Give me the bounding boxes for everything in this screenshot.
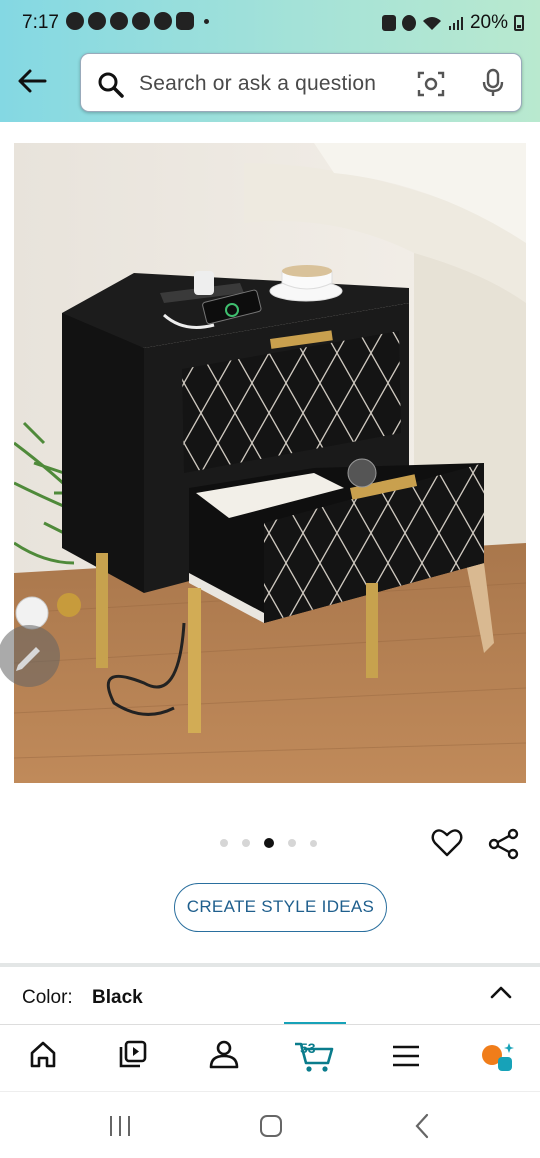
video-icon[interactable]: [118, 1039, 148, 1069]
instagram-icon: [176, 12, 194, 30]
back-arrow-icon[interactable]: [16, 66, 48, 96]
menu-icon[interactable]: [392, 1045, 420, 1067]
system-indicators: 20%: [381, 12, 524, 34]
messenger-icon: [88, 12, 106, 30]
home-button-icon[interactable]: [259, 1114, 283, 1138]
messenger-icon: [66, 12, 84, 30]
carousel-dot[interactable]: [288, 839, 296, 847]
home-icon[interactable]: [28, 1039, 58, 1069]
carousel-dot[interactable]: [242, 839, 250, 847]
carousel-dot[interactable]: [310, 839, 317, 847]
status-bar: 7:17 20%: [0, 0, 540, 46]
bottom-nav: [0, 1024, 540, 1090]
status-time: 7:17: [22, 12, 59, 33]
more-notifications-icon: [204, 18, 209, 24]
carousel-dot[interactable]: [220, 839, 228, 847]
wifi-icon: [422, 17, 441, 30]
color-value: Black: [92, 987, 143, 1008]
battery-percent: 20%: [469, 12, 508, 33]
microphone-icon[interactable]: [481, 68, 505, 98]
search-bar[interactable]: Search or ask a question: [80, 53, 522, 112]
color-selector[interactable]: Color: Black: [0, 967, 540, 1025]
account-icon[interactable]: [208, 1039, 240, 1069]
edit-fab[interactable]: [0, 625, 60, 687]
snapchat-icon: [154, 12, 172, 30]
lock-icon: [381, 15, 396, 31]
whatsapp-icon: [132, 12, 150, 30]
carousel-indicator: [220, 838, 317, 848]
recent-apps-icon[interactable]: [108, 1115, 132, 1137]
notification-icons: [66, 12, 209, 30]
header: 7:17 20% Search or ask a question: [0, 0, 540, 122]
signal-icon: [448, 17, 463, 30]
carousel-dot-active[interactable]: [264, 838, 274, 848]
messenger-icon: [110, 12, 128, 30]
system-navigation-bar: [0, 1091, 540, 1158]
pencil-icon: [16, 647, 40, 671]
chevron-up-icon[interactable]: [490, 985, 512, 999]
search-icon: [98, 72, 124, 98]
search-input[interactable]: Search or ask a question: [139, 72, 376, 96]
alarm-icon: [401, 15, 416, 31]
rufus-icon[interactable]: [478, 1041, 516, 1073]
cart-count-badge: 53: [300, 1040, 316, 1056]
app-screen: 7:17 20% Search or ask a question CREATE…: [0, 0, 540, 1158]
back-button-icon[interactable]: [414, 1113, 430, 1139]
share-icon[interactable]: [487, 828, 521, 860]
color-label: Color:: [22, 987, 73, 1008]
product-image[interactable]: [14, 143, 526, 783]
create-style-ideas-button[interactable]: CREATE STYLE IDEAS: [174, 883, 387, 932]
heart-icon[interactable]: [431, 828, 463, 858]
battery-icon: [514, 15, 524, 31]
camera-search-icon[interactable]: [417, 70, 445, 98]
